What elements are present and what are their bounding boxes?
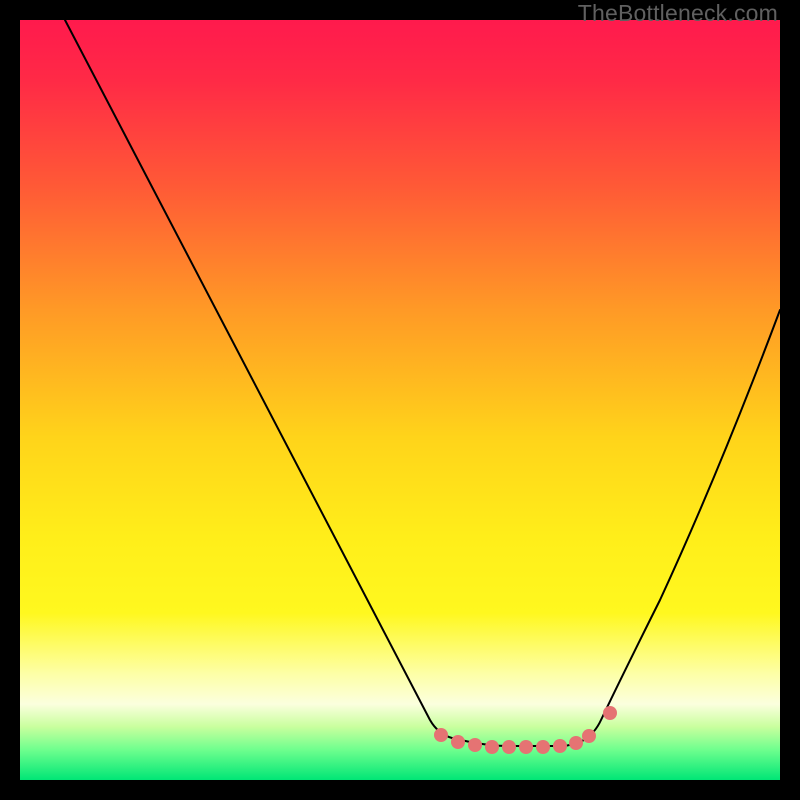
watermark-text: TheBottleneck.com: [578, 0, 778, 27]
valley-dot: [553, 739, 567, 753]
valley-dot: [603, 706, 617, 720]
valley-dot: [434, 728, 448, 742]
plot-area: [20, 20, 780, 780]
valley-dot: [502, 740, 516, 754]
valley-dot: [451, 735, 465, 749]
chart-frame: TheBottleneck.com: [0, 0, 800, 800]
valley-dot: [536, 740, 550, 754]
valley-dot: [468, 738, 482, 752]
gradient-background: [20, 20, 780, 780]
valley-dot: [485, 740, 499, 754]
valley-dot: [582, 729, 596, 743]
valley-dot: [569, 736, 583, 750]
valley-dot: [519, 740, 533, 754]
chart-svg: [20, 20, 780, 780]
